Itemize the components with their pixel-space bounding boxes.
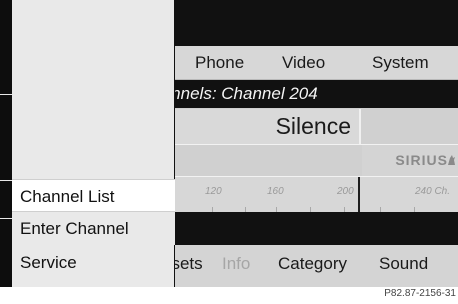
now-playing-box: Silence bbox=[175, 109, 361, 144]
menu-system[interactable]: System bbox=[372, 46, 429, 79]
edge-tick bbox=[0, 218, 12, 219]
edge-tick bbox=[0, 180, 12, 181]
sirius-dog-icon bbox=[448, 155, 455, 165]
provider-logo: SIRIUS bbox=[362, 145, 458, 176]
top-status-area bbox=[175, 0, 458, 46]
scale-label-200: 200 bbox=[337, 186, 354, 197]
scale-label-240: 240 Ch. bbox=[415, 186, 451, 197]
now-playing-text: Silence bbox=[275, 113, 351, 139]
channel-title-bar: Channels: Channel 204 bbox=[175, 80, 458, 108]
softkey-sound[interactable]: Sound bbox=[379, 245, 428, 283]
popup-item-service[interactable]: Service bbox=[12, 246, 175, 279]
scale-label-120: 120 bbox=[205, 186, 222, 197]
status-strip bbox=[175, 212, 458, 245]
display-screen: Phone Video System Channels: Channel 204… bbox=[0, 0, 458, 287]
left-edge-strip bbox=[0, 0, 12, 287]
softkey-category[interactable]: Category bbox=[278, 245, 347, 283]
softkey-bar: Presets Info Category Sound bbox=[145, 245, 458, 287]
tuning-needle bbox=[358, 177, 360, 212]
main-menu-bar: Phone Video System bbox=[175, 46, 458, 80]
softkey-info[interactable]: Info bbox=[222, 245, 250, 283]
figure-caption: P82.87-2156-31 bbox=[384, 288, 456, 299]
menu-phone[interactable]: Phone bbox=[195, 46, 244, 79]
popup-item-enter-channel[interactable]: Enter Channel bbox=[12, 212, 175, 245]
edge-tick bbox=[0, 94, 12, 95]
menu-video[interactable]: Video bbox=[282, 46, 325, 79]
sirius-logo-text: SIRIUS bbox=[395, 152, 448, 168]
scale-label-160: 160 bbox=[267, 186, 284, 197]
channel-title: Channels: Channel 204 bbox=[175, 84, 318, 103]
popup-item-channel-list[interactable]: Channel List bbox=[12, 179, 175, 212]
